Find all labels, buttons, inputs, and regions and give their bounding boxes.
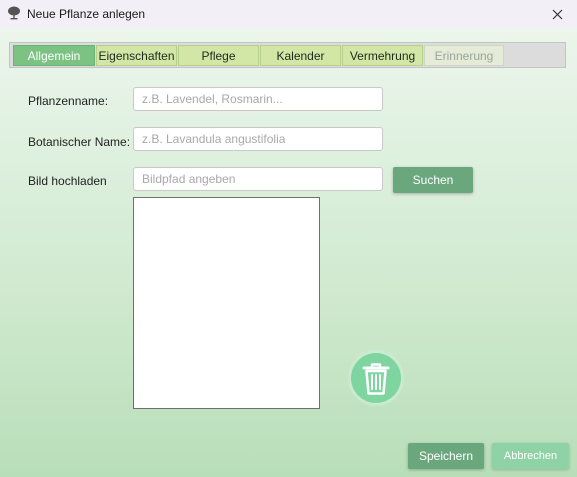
image-preview bbox=[133, 197, 320, 409]
tab-vermehrung[interactable]: Vermehrung bbox=[342, 45, 423, 66]
plant-name-label: Pflanzenname: bbox=[28, 94, 109, 108]
close-icon bbox=[552, 9, 562, 19]
search-button[interactable]: Suchen bbox=[393, 167, 473, 193]
trash-icon bbox=[348, 350, 404, 406]
tab-kalender[interactable]: Kalender bbox=[260, 45, 341, 66]
tab-erinnerung: Erinnerung bbox=[424, 45, 504, 66]
save-button[interactable]: Speichern bbox=[408, 443, 484, 469]
tab-eigenschaften[interactable]: Eigenschaften bbox=[96, 45, 177, 66]
window-title: Neue Pflanze anlegen bbox=[27, 7, 146, 21]
plant-name-input[interactable] bbox=[133, 87, 383, 111]
tab-pflege[interactable]: Pflege bbox=[178, 45, 259, 66]
cancel-button[interactable]: Abbrechen bbox=[492, 443, 569, 469]
delete-image-button[interactable] bbox=[344, 349, 408, 407]
plant-icon bbox=[8, 6, 20, 20]
botanical-name-label: Botanischer Name: bbox=[28, 135, 131, 149]
image-upload-label: Bild hochladen bbox=[28, 174, 107, 188]
title-bar: Neue Pflanze anlegen bbox=[0, 0, 577, 28]
image-path-input[interactable] bbox=[133, 167, 383, 191]
tab-bar: Allgemein Eigenschaften Pflege Kalender … bbox=[9, 42, 566, 68]
botanical-name-input[interactable] bbox=[133, 127, 383, 151]
close-button[interactable] bbox=[537, 0, 577, 28]
tab-allgemein[interactable]: Allgemein bbox=[13, 45, 95, 66]
dialog-body: Allgemein Eigenschaften Pflege Kalender … bbox=[0, 28, 577, 477]
